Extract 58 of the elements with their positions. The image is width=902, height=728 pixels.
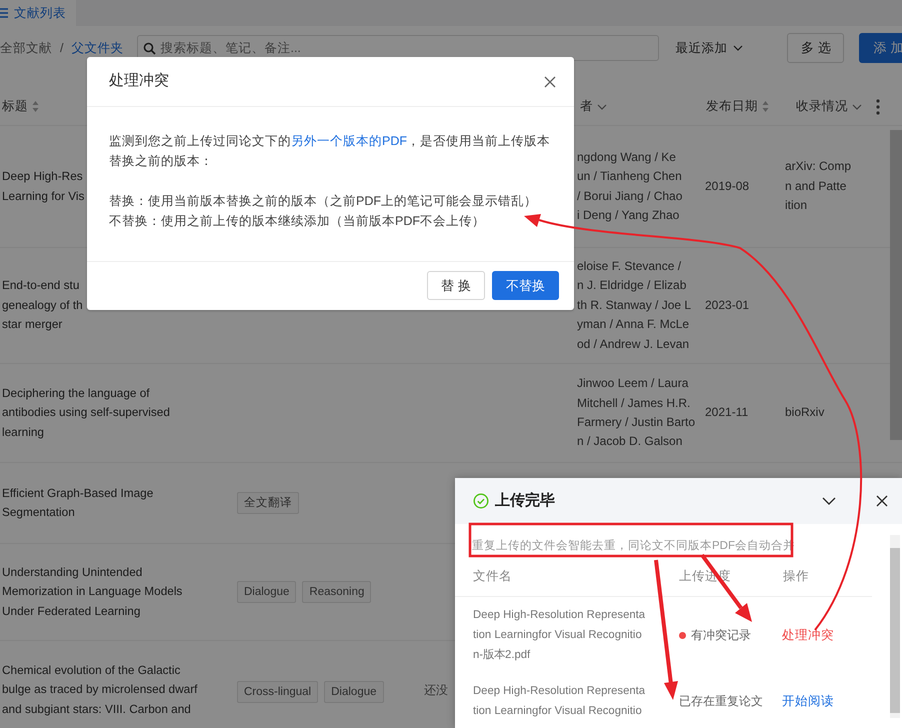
tag: Dialogue [324,681,384,703]
column-header: 文件名 [473,568,513,586]
search-icon [143,42,156,55]
authors-text: eloise F. Stevance / n J. Eldridge / Elizab th R. Stanway / Joe L yman / Anna F. McLe od / Andrew J. Levan [577,258,692,351]
upload-status: 有冲突记录 [691,627,751,644]
panel-title: 上传完毕 [495,490,555,511]
file-name: Deep High-Resolution Representa tion Learningfor Visual Recognitio [473,684,646,719]
scrollbar[interactable] [890,130,902,440]
multi-select-button[interactable]: 多 选 [787,33,844,63]
venue-text: bioRxiv [785,405,824,420]
option-description: 替换：使用当前版本替换之前的版本（之前PDF上的笔记可能会显示错乱） [109,193,538,210]
tag: Cross-lingual [237,681,318,703]
publish-date: 2023-01 [705,298,750,312]
check-circle-icon [473,493,489,509]
paper-title[interactable]: Efficient Graph-Based Image Segmentation [0,484,232,522]
pdf-version-link[interactable]: 另外一个版本的PDF [291,134,407,148]
close-icon[interactable] [544,76,556,88]
start-reading-link[interactable]: 开始阅读 [782,691,834,711]
option-description: 不替换：使用之前上传的版本继续添加（当前版本PDF不会上传） [109,213,486,230]
replace-button[interactable]: 替 换 [427,271,485,300]
dialog-message: 监测到您之前上传过同论文下的另外一个版本的PDF，是否使用当前上传版本替换之前的版本： [109,133,551,170]
tag: 全文翻译 [237,492,299,514]
tag: Dialogue [237,581,296,603]
authors-text: Jinwoo Leem / Laura Mitchell / James H.R. Farmery / Justin Barto n / Jacob D. Galson [577,376,696,448]
column-header: 操作 [783,568,810,586]
resolve-conflict-link[interactable]: 处理冲突 [782,625,834,645]
venue-text: arXiv: Comp n and Patte ition [785,159,852,212]
sort-icon[interactable] [32,101,39,112]
status-dot [679,632,686,638]
sort-icon[interactable] [762,101,769,112]
chevron-down-icon[interactable] [822,497,836,505]
sort-dropdown[interactable]: 最近添加 [675,38,744,58]
dialog-title: 处理冲突 [109,71,169,92]
column-header[interactable]: 者 [580,97,593,116]
breadcrumb-link[interactable]: 父文件夹 [71,38,124,58]
tab[interactable]: 文献列表 [0,0,76,26]
paper-title[interactable]: Chemical evolution of the Galactic bulge as traced by microlensed dwarf and subgiant stars: VIII. Carbon and [0,661,232,720]
column-header[interactable]: 发布日期 [706,97,758,116]
publish-date: 2021-11 [705,405,748,420]
paper-title[interactable]: Understanding Unintended Memorization in Language Models Under Federated Learning [0,562,232,622]
file-name: Deep High-Resolution Representa tion Learningfor Visual Recognitio n-版本2.pdf [473,608,646,663]
publish-date: 2019-08 [705,178,750,193]
menu-icon[interactable] [0,8,8,18]
breadcrumb-separator: / [60,40,64,57]
scrollbar-thumb[interactable] [890,548,900,713]
breadcrumb-link[interactable]: 全部文献 [0,38,52,58]
upload-status: 已存在重复论文 [679,693,763,710]
tag: Reasoning [302,581,372,603]
paper-title[interactable]: Deciphering the language of antibodies using self-supervised learning [0,384,232,442]
add-button[interactable]: 添 加 [859,33,902,63]
reading-status: 还没 [424,683,448,697]
column-header[interactable]: 标题 [2,97,28,116]
chevron-down-icon[interactable] [733,45,744,51]
more-options-icon[interactable] [876,98,880,114]
close-icon[interactable] [876,495,888,507]
authors-text: ngdong Wang / Ke un / Tianheng Chen / Borui Jiang / Chao i Deng / Yang Zhao [577,150,682,222]
keep-button[interactable]: 不替换 [492,271,559,300]
column-header[interactable]: 收录情况 [796,97,848,116]
